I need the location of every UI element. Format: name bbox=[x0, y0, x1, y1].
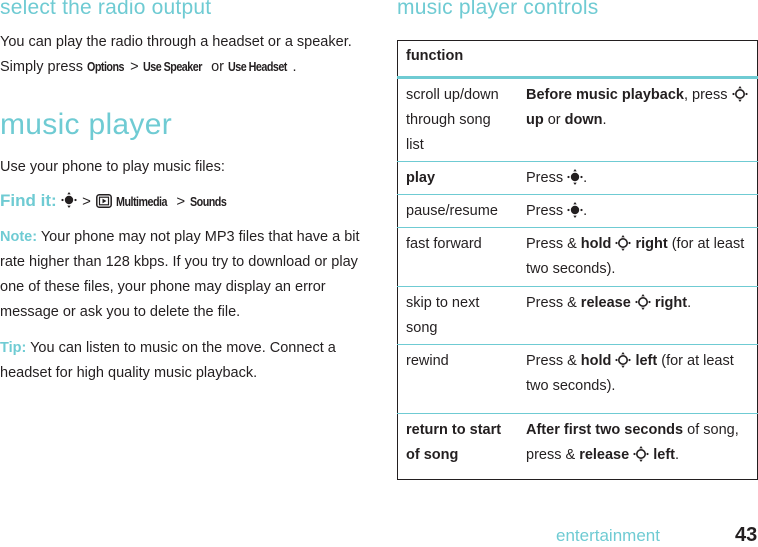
table-row: return to start of song After first two s… bbox=[397, 413, 758, 480]
description-text: hold bbox=[580, 353, 616, 369]
function-cell: play bbox=[397, 161, 518, 195]
find-it-label: Find it: bbox=[0, 191, 57, 210]
period: . bbox=[292, 59, 297, 75]
description-text: right bbox=[650, 295, 688, 311]
description-text: After first two seconds bbox=[526, 422, 684, 438]
description-cell: Press & hold left (for at least two seco… bbox=[518, 344, 758, 414]
description-text: or bbox=[543, 112, 565, 128]
use-headset-keyword: Use Headset bbox=[228, 60, 287, 74]
use-speaker-keyword: Use Speaker bbox=[142, 60, 202, 74]
options-keyword: Options bbox=[87, 60, 125, 74]
table-row: scroll up/down through song list Before m… bbox=[397, 77, 758, 162]
description-text: . bbox=[583, 170, 588, 186]
function-cell: pause/resume bbox=[397, 194, 518, 228]
description-text: Before music playback bbox=[526, 87, 684, 103]
multimedia-menu-item: Multimedia bbox=[116, 195, 168, 209]
description-cell: After first two seconds of song, press &… bbox=[518, 413, 758, 480]
table-row: pause/resume Press . bbox=[397, 194, 758, 228]
find-it-path: Find it: > Multimedia > Sounds bbox=[0, 188, 228, 215]
description-cell: Before music playback, press up or down. bbox=[518, 77, 758, 162]
sounds-menu-item: Sounds bbox=[189, 195, 227, 209]
function-cell: rewind bbox=[397, 344, 518, 414]
nav-key-center-icon bbox=[61, 192, 77, 208]
path-separator: > bbox=[176, 193, 186, 210]
or-text: or bbox=[211, 59, 224, 75]
description-text: . bbox=[675, 447, 680, 463]
description-text: release bbox=[580, 295, 635, 311]
footer-section-name: entertainment bbox=[556, 526, 660, 545]
nav-key-direction-icon bbox=[615, 352, 632, 368]
tip-label: Tip: bbox=[0, 340, 27, 356]
description-text: left bbox=[649, 447, 675, 463]
nav-key-direction-icon bbox=[633, 446, 649, 462]
separator: > bbox=[130, 59, 139, 75]
description-text: Press bbox=[526, 170, 568, 186]
description-text: Press bbox=[526, 203, 568, 219]
note-text: Your phone may not play MP3 files that h… bbox=[0, 229, 360, 320]
note-paragraph: Note: Your phone may not play MP3 files … bbox=[0, 225, 360, 325]
table-row: fast forward Press & hold right (for at l… bbox=[397, 227, 758, 287]
description-text: right bbox=[631, 236, 668, 252]
table-row: skip to next song Press & release right. bbox=[397, 286, 758, 345]
description-cell: Press . bbox=[518, 161, 758, 195]
function-cell: return to start of song bbox=[397, 413, 518, 480]
section-title-music-player: music player bbox=[0, 108, 172, 141]
description-text: . bbox=[583, 203, 588, 219]
table-row: rewind Press & hold left (for at least tw… bbox=[397, 344, 758, 414]
nav-key-direction-icon bbox=[731, 86, 748, 102]
nav-key-direction-icon bbox=[615, 235, 632, 251]
description-text: release bbox=[579, 447, 634, 463]
tip-paragraph: Tip: You can listen to music on the move… bbox=[0, 336, 360, 386]
tip-text: You can listen to music on the move. Con… bbox=[0, 340, 336, 381]
nav-key-center-icon bbox=[567, 202, 583, 218]
multimedia-icon bbox=[95, 194, 112, 208]
description-text: left bbox=[631, 353, 658, 369]
function-cell: skip to next song bbox=[397, 286, 518, 345]
description-cell: Press . bbox=[518, 194, 758, 228]
function-cell: fast forward bbox=[397, 227, 518, 287]
description-text: . bbox=[687, 295, 692, 311]
description-text: Press & bbox=[526, 295, 581, 311]
nav-key-center-icon bbox=[567, 169, 583, 185]
path-separator: > bbox=[82, 193, 91, 210]
description-cell: Press & release right. bbox=[518, 286, 758, 345]
music-player-controls-table: function scroll up/down through song lis… bbox=[397, 40, 758, 480]
description-text: . bbox=[602, 112, 607, 128]
section-title-music-player-controls: music player controls bbox=[397, 0, 599, 19]
description-text: down bbox=[564, 112, 603, 128]
description-text: Press & bbox=[526, 236, 581, 252]
table-header-function: function bbox=[397, 40, 758, 79]
music-player-intro: Use your phone to play music files: bbox=[0, 159, 225, 175]
nav-key-direction-icon bbox=[635, 294, 651, 310]
table-row: play Press . bbox=[397, 161, 758, 195]
function-cell: scroll up/down through song list bbox=[397, 77, 518, 162]
description-text: up bbox=[526, 112, 544, 128]
description-text: , press bbox=[683, 87, 732, 103]
radio-output-paragraph: You can play the radio through a headset… bbox=[0, 30, 360, 80]
description-cell: Press & hold right (for at least two sec… bbox=[518, 227, 758, 287]
note-label: Note: bbox=[0, 229, 38, 245]
section-title-radio-output: select the radio output bbox=[0, 0, 212, 19]
description-text: Press & bbox=[526, 353, 581, 369]
page-number: 43 bbox=[735, 524, 758, 546]
description-text: hold bbox=[580, 236, 616, 252]
